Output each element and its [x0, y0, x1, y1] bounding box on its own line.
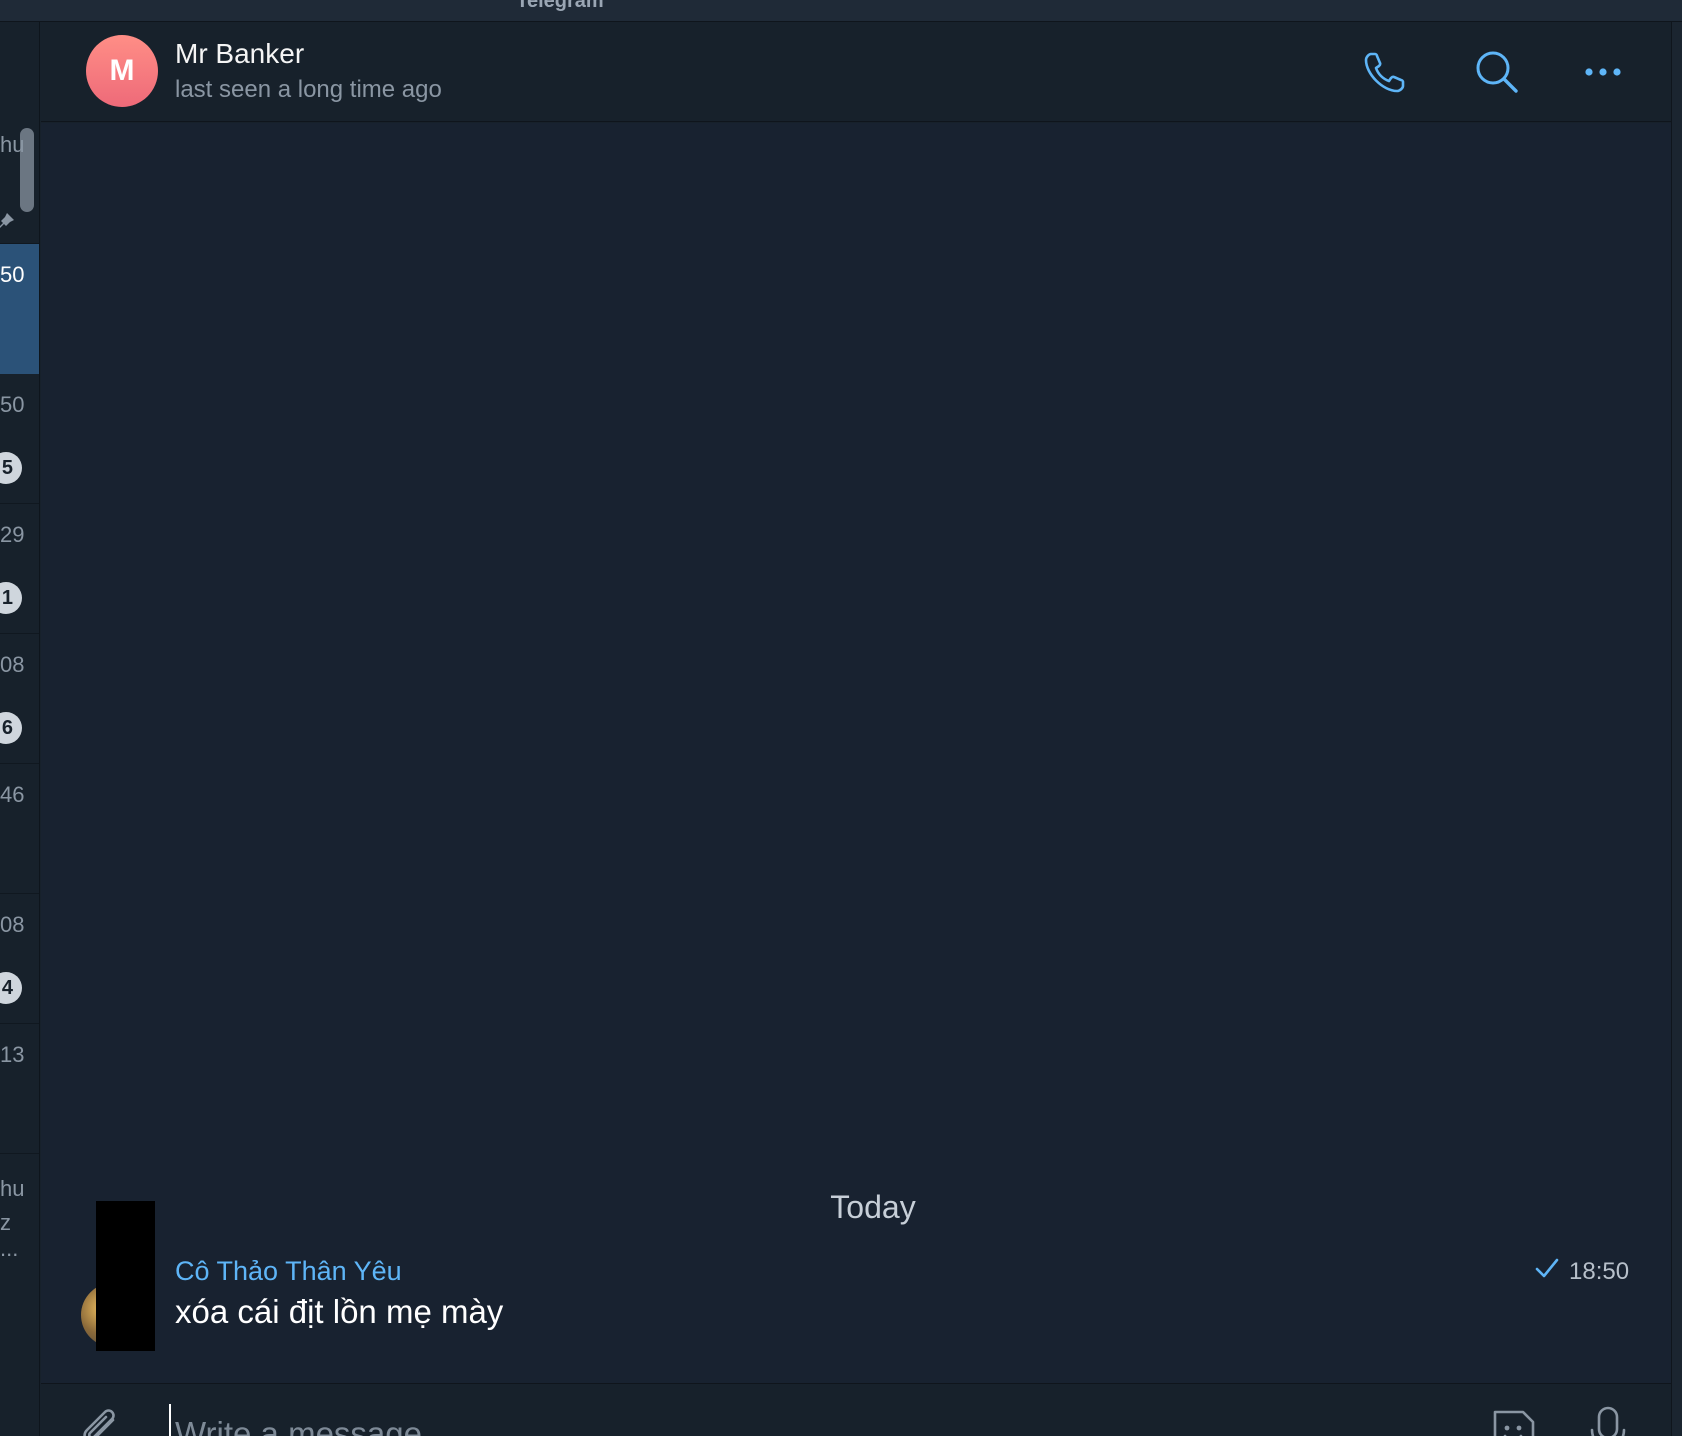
window-titlebar: Telegram	[0, 0, 1682, 22]
contact-avatar[interactable]: M	[86, 35, 158, 107]
chat-list-item-preview: hu	[0, 132, 25, 157]
chat-header: M Mr Banker last seen a long time ago	[41, 22, 1671, 122]
call-button[interactable]	[1361, 48, 1409, 96]
chat-list-item[interactable]: 13	[0, 1024, 39, 1154]
check-icon	[1535, 1258, 1559, 1278]
chat-list-item-preview: hu	[0, 1176, 25, 1201]
more-options-button[interactable]	[1579, 48, 1627, 96]
redaction-box	[96, 1201, 155, 1351]
date-separator: Today	[830, 1189, 916, 1225]
paperclip-icon	[83, 1409, 115, 1436]
chat-list-item[interactable]: hu z ...	[0, 1154, 39, 1436]
chat-list-item-time: 50	[0, 392, 25, 417]
unread-badge: 1	[0, 582, 22, 614]
chat-list-item-selected[interactable]: 50	[0, 244, 39, 374]
unread-badge: 6	[0, 712, 22, 744]
chat-list-item-time: 50	[0, 262, 25, 287]
message-composer	[41, 1383, 1671, 1436]
chat-list-item[interactable]: 50 5	[0, 374, 39, 504]
message-history[interactable]: Today Cô Thảo Thân Yêu xóa cái địt lồn m…	[41, 123, 1671, 1383]
chat-list-item-time: 08	[0, 912, 25, 937]
chat-list-item[interactable]: hu	[0, 22, 39, 244]
message-time: 18:50	[1569, 1258, 1630, 1285]
window-right-edge	[1671, 22, 1682, 1436]
contact-status: last seen a long time ago	[175, 76, 442, 103]
microphone-icon	[1590, 1406, 1626, 1436]
chat-list-item-time: 29	[0, 522, 25, 547]
phone-icon	[1364, 52, 1405, 93]
attach-button[interactable]	[77, 1406, 125, 1436]
chat-list-item[interactable]: 46	[0, 764, 39, 894]
message-input[interactable]	[169, 1404, 1449, 1436]
chat-list-item-time: 13	[0, 1042, 25, 1067]
search-icon	[1476, 51, 1518, 93]
window-title: Telegram	[516, 0, 604, 12]
contact-name[interactable]: Mr Banker	[175, 38, 304, 70]
search-button[interactable]	[1473, 48, 1521, 96]
sticker-icon	[1493, 1410, 1535, 1436]
chat-list-item-time: 08	[0, 652, 25, 677]
unread-badge: 5	[0, 452, 22, 484]
more-dots-icon	[1585, 68, 1621, 76]
chat-list-item[interactable]: 08 4	[0, 894, 39, 1024]
chat-list-item[interactable]: 29 1	[0, 504, 39, 634]
chat-list-sidebar[interactable]: hu 50 50 5 29 1 08 6 46 08 4 13 hu z ...	[0, 22, 40, 1436]
message-item[interactable]: Cô Thảo Thân Yêu xóa cái địt lồn mẹ mày …	[41, 1201, 1671, 1373]
voice-message-button[interactable]	[1586, 1402, 1630, 1436]
chat-list-item-preview-line2: z	[0, 1210, 11, 1235]
sticker-button[interactable]	[1485, 1402, 1541, 1436]
chat-list-item-time: 46	[0, 782, 25, 807]
sender-name[interactable]: Cô Thảo Thân Yêu	[175, 1256, 402, 1287]
message-text: xóa cái địt lồn mẹ mày	[175, 1293, 504, 1330]
unread-badge: 4	[0, 972, 22, 1004]
pin-icon	[0, 213, 14, 228]
telegram-window: Telegram hu 50 50 5 29 1 08 6 46 08 4 13…	[0, 0, 1682, 1436]
chat-list-item-preview-line3: ...	[0, 1236, 19, 1261]
chat-list-item[interactable]: 08 6	[0, 634, 39, 764]
